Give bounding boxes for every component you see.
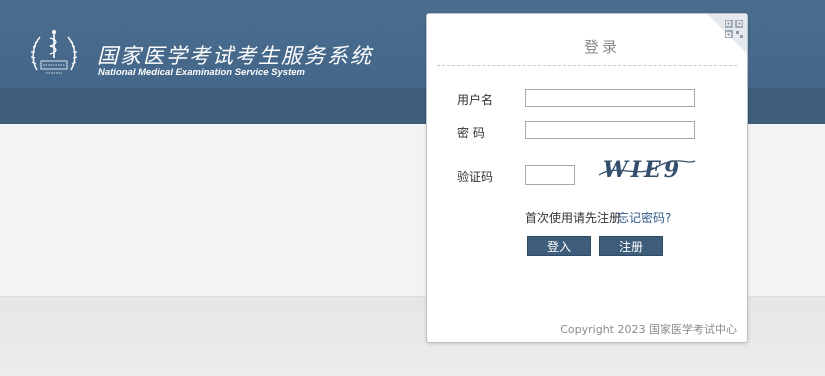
register-button[interactable]: 注册 — [599, 236, 663, 256]
username-input[interactable] — [525, 89, 695, 107]
site-subtitle: National Medical Examination Service Sys… — [98, 67, 305, 78]
first-use-hint: 首次使用请先注册 — [525, 211, 622, 225]
copyright: Copyright 2023 国家医学考试中心 — [560, 323, 737, 336]
login-panel: 登录 用户名 密 码 验证码 WIE9 首次使用请先注册 忘记密码? 登入 注册… — [426, 13, 748, 343]
captcha-image[interactable]: WIE9 — [597, 155, 697, 185]
page: 国家医学考试考生服务系统 National Medical Examinatio… — [0, 0, 825, 376]
login-title: 登录 — [583, 38, 620, 56]
captcha-input[interactable] — [525, 165, 575, 185]
login-button[interactable]: 登入 — [527, 236, 591, 256]
title-divider — [437, 65, 737, 66]
password-input[interactable] — [525, 121, 695, 139]
captcha-label: 验证码 — [457, 170, 494, 184]
password-label: 密 码 — [457, 126, 485, 140]
caduceus-logo — [30, 30, 78, 74]
site-title: 国家医学考试考生服务系统 — [97, 44, 373, 68]
username-label: 用户名 — [457, 93, 494, 107]
forgot-password-link[interactable]: 忘记密码? — [617, 209, 671, 226]
